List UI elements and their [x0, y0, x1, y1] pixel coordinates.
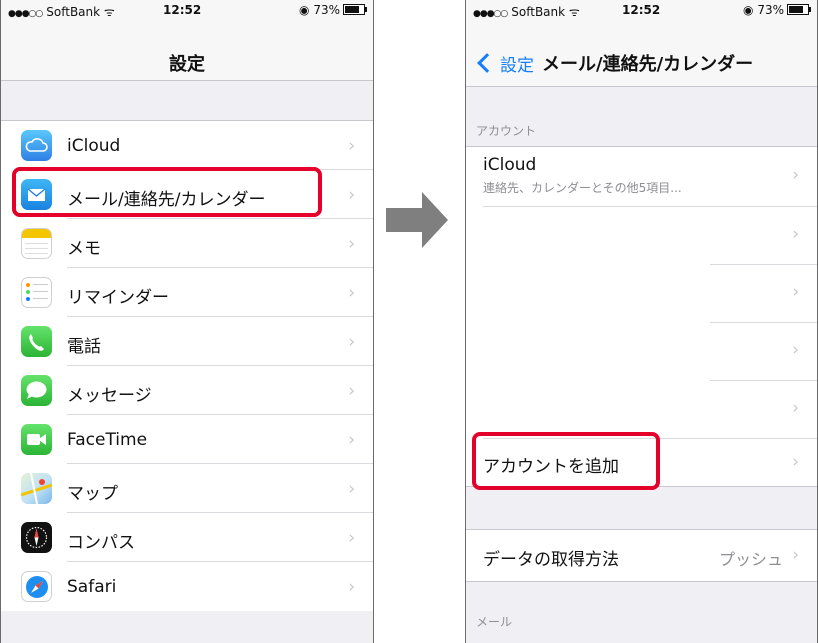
carrier-label: ●●●○○ SoftBank ᯤ: [473, 5, 580, 19]
account-label: iCloud: [483, 155, 537, 175]
signal-icon: ●●●○○: [473, 9, 508, 19]
account-item-blank[interactable]: ›: [466, 323, 817, 381]
settings-item-label: 電話: [67, 337, 101, 357]
nav-bar: 設定 メール/連絡先/カレンダー: [466, 20, 817, 87]
fetch-value: プッシュ: [718, 550, 783, 569]
settings-item-compass[interactable]: コンパス ›: [1, 513, 373, 562]
account-item-blank[interactable]: ›: [466, 381, 817, 439]
settings-item-maps[interactable]: マップ ›: [1, 464, 373, 513]
settings-item-phone[interactable]: 電話 ›: [1, 317, 373, 366]
page-title: 設定: [169, 54, 205, 75]
settings-item-reminders[interactable]: リマインダー ›: [1, 268, 373, 317]
chevron-right-icon: ›: [792, 452, 799, 472]
accounts-section-header: アカウント: [476, 124, 537, 138]
settings-item-icloud[interactable]: iCloud ›: [1, 121, 373, 170]
settings-item-label: iCloud: [67, 136, 121, 156]
chevron-right-icon: ›: [792, 545, 799, 565]
carrier-label: ●●●○○ SoftBank ᯤ: [8, 5, 115, 19]
chevron-right-icon: ›: [348, 136, 355, 156]
icloud-icon: [21, 130, 52, 161]
settings-item-notes[interactable]: メモ ›: [1, 219, 373, 268]
chevron-right-icon: ›: [348, 283, 355, 303]
fetch-new-data-item[interactable]: データの取得方法 プッシュ ›: [466, 530, 817, 581]
signal-icon: ●●●○○: [8, 9, 43, 19]
notes-icon: [21, 228, 52, 259]
compass-icon: [21, 522, 52, 553]
settings-screen: ●●●○○ SoftBank ᯤ 12:52 ◉ 73% 設定 iCloud › …: [0, 0, 374, 643]
settings-item-label: マップ: [67, 484, 118, 504]
reminders-icon: [21, 277, 52, 308]
lock-rotation-icon: ◉: [299, 3, 310, 17]
safari-icon: [21, 571, 52, 602]
settings-item-safari[interactable]: Safari ›: [1, 562, 373, 611]
wifi-icon: ᯤ: [103, 5, 115, 19]
mail-contacts-calendars-screen: ●●●○○ SoftBank ᯤ 12:52 ◉ 73% 設定 メール/連絡先/カ…: [465, 0, 818, 643]
highlight-box-mail: [12, 167, 322, 217]
chevron-right-icon: ›: [792, 282, 799, 302]
settings-item-label: FaceTime: [67, 430, 148, 450]
fetch-settings-group: データの取得方法 プッシュ ›: [466, 529, 817, 582]
back-button-label: 設定: [500, 55, 534, 76]
chevron-left-icon: [477, 53, 497, 73]
fetch-label: データの取得方法: [483, 550, 619, 570]
wifi-icon: ᯤ: [568, 5, 580, 19]
settings-item-label: コンパス: [67, 533, 135, 553]
settings-item-label: メモ: [67, 239, 101, 259]
settings-item-facetime[interactable]: FaceTime ›: [1, 415, 373, 464]
chevron-right-icon: ›: [348, 332, 355, 352]
chevron-right-icon: ›: [792, 398, 799, 418]
chevron-right-icon: ›: [348, 234, 355, 254]
chevron-right-icon: ›: [792, 340, 799, 360]
chevron-right-icon: ›: [348, 430, 355, 450]
battery-indicator: ◉ 73%: [743, 3, 811, 17]
status-time: 12:52: [163, 3, 202, 17]
maps-icon: [21, 473, 52, 504]
back-button[interactable]: 設定 メール/連絡先/カレンダー: [474, 50, 753, 76]
chevron-right-icon: ›: [348, 381, 355, 401]
battery-indicator: ◉ 73%: [299, 3, 367, 17]
list-footer: [1, 611, 373, 643]
status-bar: ●●●○○ SoftBank ᯤ 12:52 ◉ 73%: [1, 0, 373, 20]
highlight-box-add-account: [472, 432, 660, 490]
facetime-icon: [21, 424, 52, 455]
settings-item-label: リマインダー: [67, 288, 169, 308]
status-time: 12:52: [622, 3, 661, 17]
chevron-right-icon: ›: [348, 185, 355, 205]
chevron-right-icon: ›: [348, 479, 355, 499]
account-item-blank[interactable]: ›: [466, 265, 817, 323]
status-bar: ●●●○○ SoftBank ᯤ 12:52 ◉ 73%: [466, 0, 817, 20]
chevron-right-icon: ›: [348, 528, 355, 548]
account-item-blank[interactable]: ›: [466, 207, 817, 265]
page-title: メール/連絡先/カレンダー: [542, 54, 754, 75]
chevron-right-icon: ›: [792, 224, 799, 244]
account-item-icloud[interactable]: iCloud 連絡先、カレンダーとその他5項目... ›: [466, 147, 817, 207]
battery-icon: [787, 4, 811, 15]
account-detail: 連絡先、カレンダーとその他5項目...: [483, 181, 682, 195]
settings-item-messages[interactable]: メッセージ ›: [1, 366, 373, 415]
battery-icon: [343, 4, 367, 15]
messages-icon: [21, 375, 52, 406]
settings-item-label: メッセージ: [67, 386, 152, 406]
phone-icon: [21, 326, 52, 357]
right-arrow-icon: [386, 192, 448, 248]
mail-section-header: メール: [476, 615, 513, 629]
lock-rotation-icon: ◉: [743, 3, 754, 17]
nav-bar: 設定: [1, 20, 373, 81]
chevron-right-icon: ›: [792, 165, 799, 185]
chevron-right-icon: ›: [348, 577, 355, 597]
settings-item-label: Safari: [67, 577, 117, 597]
